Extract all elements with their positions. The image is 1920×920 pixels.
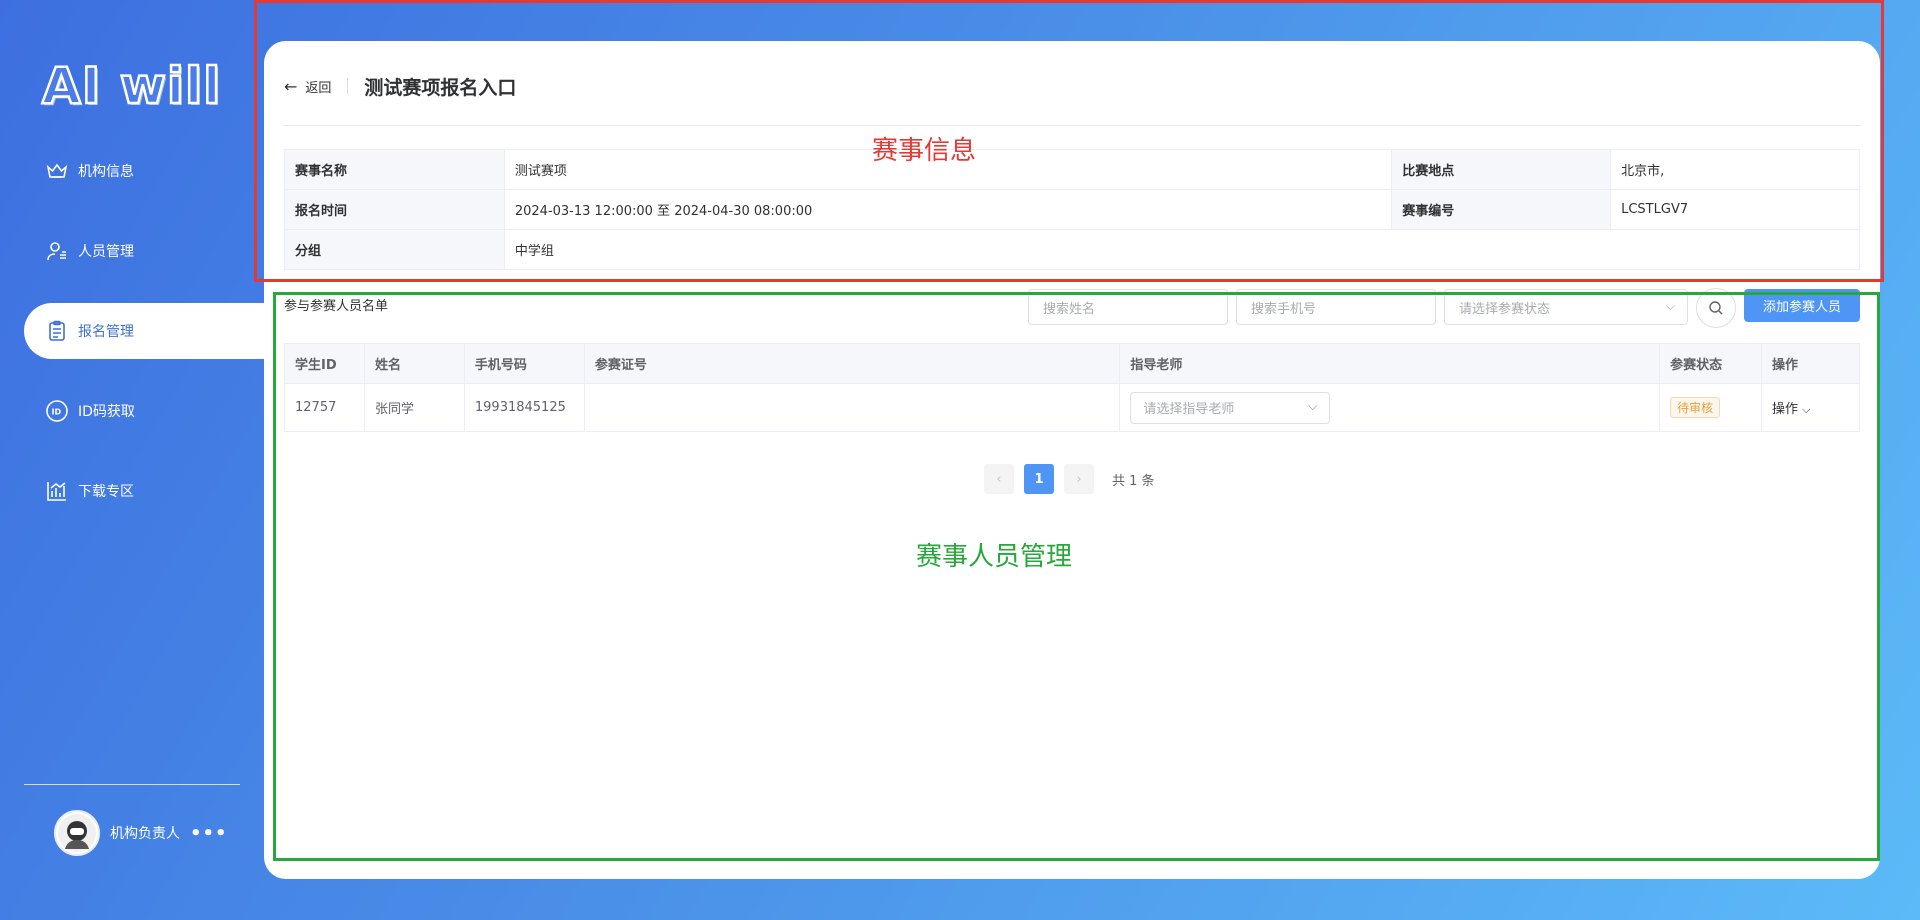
sidebar-item-label: 人员管理 — [78, 244, 134, 260]
event-info-annotation-label: 赛事信息 — [872, 136, 977, 166]
clipboard-icon — [44, 318, 70, 344]
more-options-icon[interactable]: ••• — [190, 823, 228, 844]
sidebar-item-registration[interactable]: 报名管理 — [24, 303, 264, 359]
sidebar-item-staff[interactable]: 人员管理 — [24, 223, 264, 279]
participant-management-annotation-box — [273, 292, 1880, 861]
sidebar-item-label: ID码获取 — [78, 404, 135, 420]
sidebar-divider — [24, 784, 240, 785]
app-logo: AI will — [41, 56, 222, 117]
sidebar-item-downloads[interactable]: 下载专区 — [24, 463, 264, 519]
crown-icon — [44, 158, 70, 184]
sidebar: AI will 机构信息 人员管理 报名管理 ID ID码获取 下载专区 机构负… — [0, 0, 264, 920]
id-badge-icon: ID — [44, 398, 70, 424]
user-name: 机构负责人 — [110, 826, 180, 842]
sidebar-item-label: 报名管理 — [78, 324, 134, 340]
bar-chart-icon — [44, 478, 70, 504]
sidebar-item-id-code[interactable]: ID ID码获取 — [24, 383, 264, 439]
user-profile[interactable]: 机构负责人 ••• — [54, 810, 228, 856]
sidebar-item-label: 机构信息 — [78, 164, 134, 180]
sidebar-item-org-info[interactable]: 机构信息 — [24, 143, 264, 199]
user-list-icon — [44, 238, 70, 264]
participant-management-annotation-label: 赛事人员管理 — [916, 542, 1073, 572]
avatar — [54, 810, 100, 856]
sidebar-item-label: 下载专区 — [78, 484, 134, 500]
svg-text:ID: ID — [52, 408, 62, 417]
event-info-annotation-box — [254, 0, 1884, 282]
